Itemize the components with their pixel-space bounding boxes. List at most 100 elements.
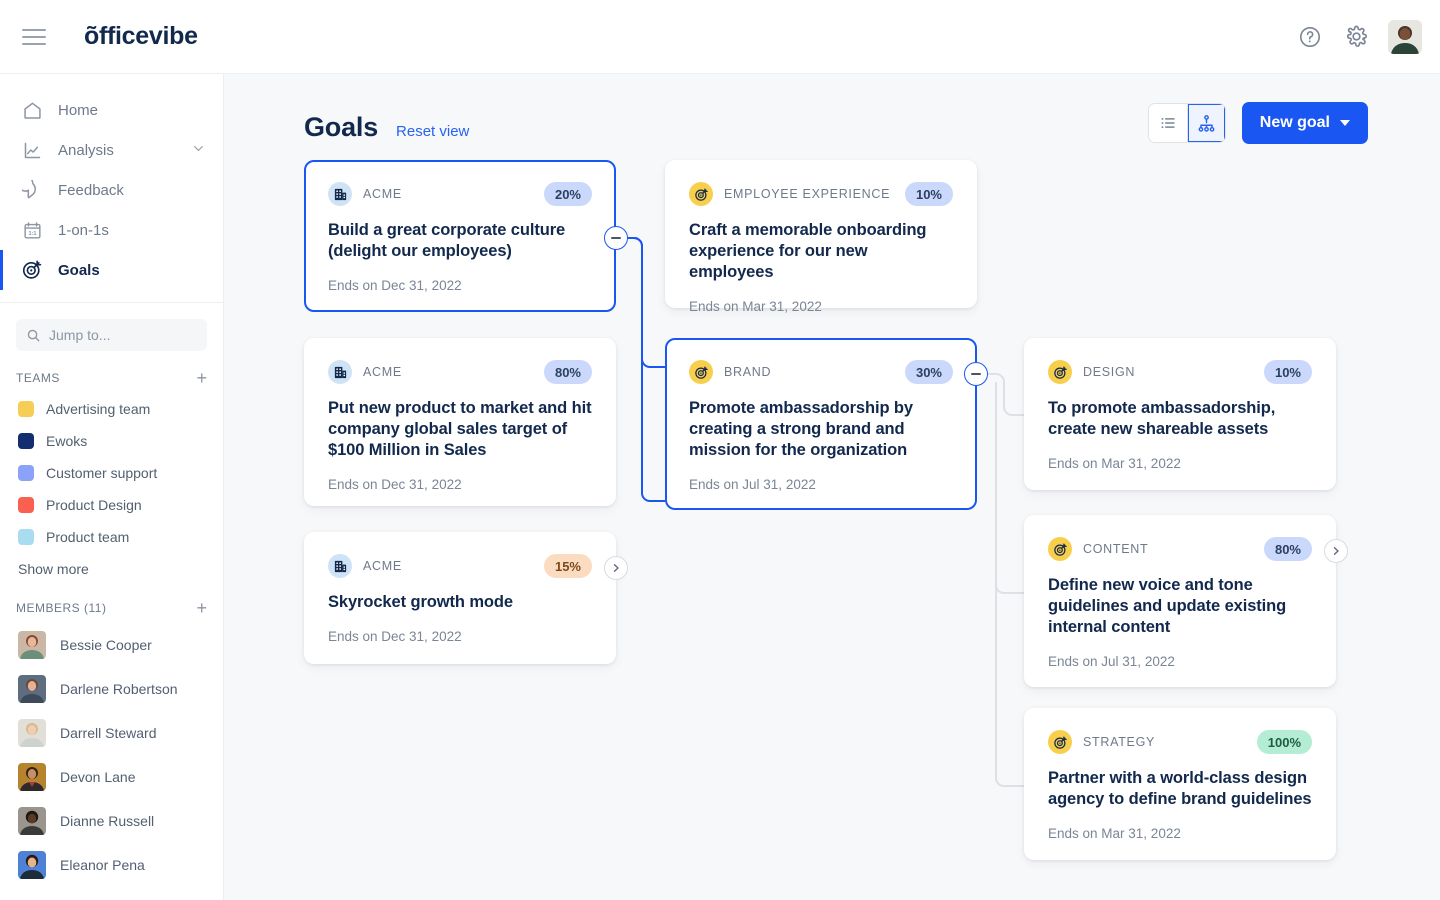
goal-card[interactable]: ACME 80% Put new product to market and h… bbox=[304, 338, 616, 506]
sidebar-item-label: Home bbox=[58, 101, 99, 119]
member-name: Darrell Steward bbox=[60, 725, 157, 741]
sidebar-item-label: Feedback bbox=[58, 181, 124, 199]
goal-progress-badge: 10% bbox=[904, 182, 953, 206]
goal-card-header: DESIGN 10% bbox=[1048, 360, 1312, 384]
hamburger-icon[interactable] bbox=[20, 23, 48, 51]
collapse-node-button[interactable] bbox=[604, 226, 628, 250]
team-color-swatch bbox=[18, 465, 34, 481]
app-logo[interactable]: õfficevibe bbox=[84, 22, 198, 51]
search-input[interactable] bbox=[49, 327, 197, 343]
goal-card[interactable]: STRATEGY 100% Partner with a world-class… bbox=[1024, 708, 1336, 860]
goal-progress-badge: 100% bbox=[1256, 730, 1312, 754]
target-icon bbox=[689, 360, 713, 384]
top-bar-actions bbox=[1296, 19, 1422, 54]
top-bar: õfficevibe bbox=[0, 0, 1440, 74]
show-more-teams-link[interactable]: Show more bbox=[0, 553, 223, 581]
goal-end-date: Ends on Dec 31, 2022 bbox=[328, 629, 462, 645]
sidebar-item-feedback[interactable]: Feedback bbox=[0, 170, 223, 210]
member-avatar bbox=[18, 675, 46, 703]
goal-card[interactable]: EMPLOYEE EXPERIENCE 10% Craft a memorabl… bbox=[665, 160, 977, 314]
chevron-down-icon[interactable] bbox=[192, 142, 205, 159]
main-content: Goals Reset view New goal ACME 20% Build… bbox=[224, 74, 1440, 900]
building-icon bbox=[328, 182, 352, 206]
goal-org-label: EMPLOYEE EXPERIENCE bbox=[724, 187, 891, 201]
goal-title: Promote ambassadorship by creating a str… bbox=[689, 399, 913, 460]
goal-title: Craft a memorable onboarding experience … bbox=[689, 221, 927, 282]
search-box[interactable] bbox=[16, 319, 207, 351]
sidebar-item-label: Analysis bbox=[58, 141, 114, 159]
goal-card[interactable]: DESIGN 10% To promote ambassadorship, cr… bbox=[1024, 338, 1336, 490]
goal-org-label: ACME bbox=[363, 187, 402, 201]
goal-card-header: ACME 80% bbox=[328, 360, 592, 384]
goal-title: Skyrocket growth mode bbox=[328, 593, 513, 611]
member-name: Devon Lane bbox=[60, 769, 136, 785]
goal-tree-canvas: ACME 20% Build a great corporate culture… bbox=[224, 74, 1440, 900]
member-avatar bbox=[18, 631, 46, 659]
member-row[interactable]: Darrell Steward bbox=[0, 711, 223, 755]
goal-card[interactable]: ACME 20% Build a great corporate culture… bbox=[304, 160, 616, 312]
teams-header: TEAMS + bbox=[0, 357, 223, 393]
team-label: Advertising team bbox=[46, 401, 151, 417]
sidebar: Home Analysis Feedback 1:1 1-on-1s Goals… bbox=[0, 74, 224, 900]
sidebar-item-home[interactable]: Home bbox=[0, 90, 223, 130]
goal-end-date: Ends on Dec 31, 2022 bbox=[328, 477, 462, 493]
goal-title: Build a great corporate culture (delight… bbox=[328, 221, 566, 261]
member-name: Eleanor Pena bbox=[60, 857, 145, 873]
add-member-plus-icon[interactable]: + bbox=[196, 599, 207, 617]
member-avatar bbox=[18, 851, 46, 879]
target-icon bbox=[1048, 730, 1072, 754]
team-label: Customer support bbox=[46, 465, 158, 481]
team-color-swatch bbox=[18, 497, 34, 513]
member-name: Bessie Cooper bbox=[60, 637, 152, 653]
goal-progress-badge: 30% bbox=[904, 360, 953, 384]
member-row[interactable]: Darlene Robertson bbox=[0, 667, 223, 711]
collapse-node-button[interactable] bbox=[964, 362, 988, 386]
building-icon bbox=[328, 554, 352, 578]
goal-org-label: DESIGN bbox=[1083, 365, 1136, 379]
team-label: Ewoks bbox=[46, 433, 88, 449]
sidebar-item-label: 1-on-1s bbox=[58, 221, 109, 239]
goal-card-header: CONTENT 80% bbox=[1048, 537, 1312, 561]
member-row[interactable]: Bessie Cooper bbox=[0, 623, 223, 667]
goal-card[interactable]: CONTENT 80% Define new voice and tone gu… bbox=[1024, 515, 1336, 687]
goal-end-date: Ends on Mar 31, 2022 bbox=[689, 299, 822, 315]
member-row[interactable]: Eleanor Pena bbox=[0, 843, 223, 887]
team-row[interactable]: Advertising team bbox=[0, 393, 223, 425]
expand-node-button[interactable] bbox=[1324, 539, 1348, 563]
member-row[interactable]: Dianne Russell bbox=[0, 799, 223, 843]
gear-icon[interactable] bbox=[1342, 23, 1370, 51]
goal-card[interactable]: BRAND 30% Promote ambassadorship by crea… bbox=[665, 338, 977, 510]
expand-node-button[interactable] bbox=[604, 556, 628, 580]
sidebar-item-label: Goals bbox=[58, 261, 100, 279]
goal-title: To promote ambassadorship, create new sh… bbox=[1048, 399, 1276, 439]
goal-end-date: Ends on Jul 31, 2022 bbox=[689, 477, 816, 493]
team-row[interactable]: Ewoks bbox=[0, 425, 223, 457]
team-row[interactable]: Customer support bbox=[0, 457, 223, 489]
goal-card[interactable]: ACME 15% Skyrocket growth mode Ends on D… bbox=[304, 532, 616, 664]
team-row[interactable]: Product team bbox=[0, 521, 223, 553]
team-color-swatch bbox=[18, 401, 34, 417]
member-name: Darlene Robertson bbox=[60, 681, 178, 697]
goal-progress-badge: 15% bbox=[543, 554, 592, 578]
goal-card-header: ACME 20% bbox=[328, 182, 592, 206]
goal-org-label: ACME bbox=[363, 365, 402, 379]
add-team-plus-icon[interactable]: + bbox=[196, 369, 207, 387]
goal-progress-badge: 20% bbox=[543, 182, 592, 206]
help-circle-icon[interactable] bbox=[1296, 23, 1324, 51]
goal-progress-badge: 80% bbox=[1263, 537, 1312, 561]
goal-progress-badge: 80% bbox=[543, 360, 592, 384]
avatar[interactable] bbox=[1388, 19, 1422, 54]
goal-end-date: Ends on Dec 31, 2022 bbox=[328, 278, 462, 294]
sidebar-item-goals[interactable]: Goals bbox=[0, 250, 223, 290]
target-icon bbox=[689, 182, 713, 206]
team-row[interactable]: Product Design bbox=[0, 489, 223, 521]
goal-card-header: EMPLOYEE EXPERIENCE 10% bbox=[689, 182, 953, 206]
member-row[interactable]: Devon Lane bbox=[0, 755, 223, 799]
sidebar-item-analysis[interactable]: Analysis bbox=[0, 130, 223, 170]
members-header: MEMBERS (11) + bbox=[0, 581, 223, 623]
sidebar-item-1on1s[interactable]: 1:1 1-on-1s bbox=[0, 210, 223, 250]
team-color-swatch bbox=[18, 529, 34, 545]
goal-card-header: BRAND 30% bbox=[689, 360, 953, 384]
member-avatar bbox=[18, 719, 46, 747]
target-icon bbox=[1048, 537, 1072, 561]
